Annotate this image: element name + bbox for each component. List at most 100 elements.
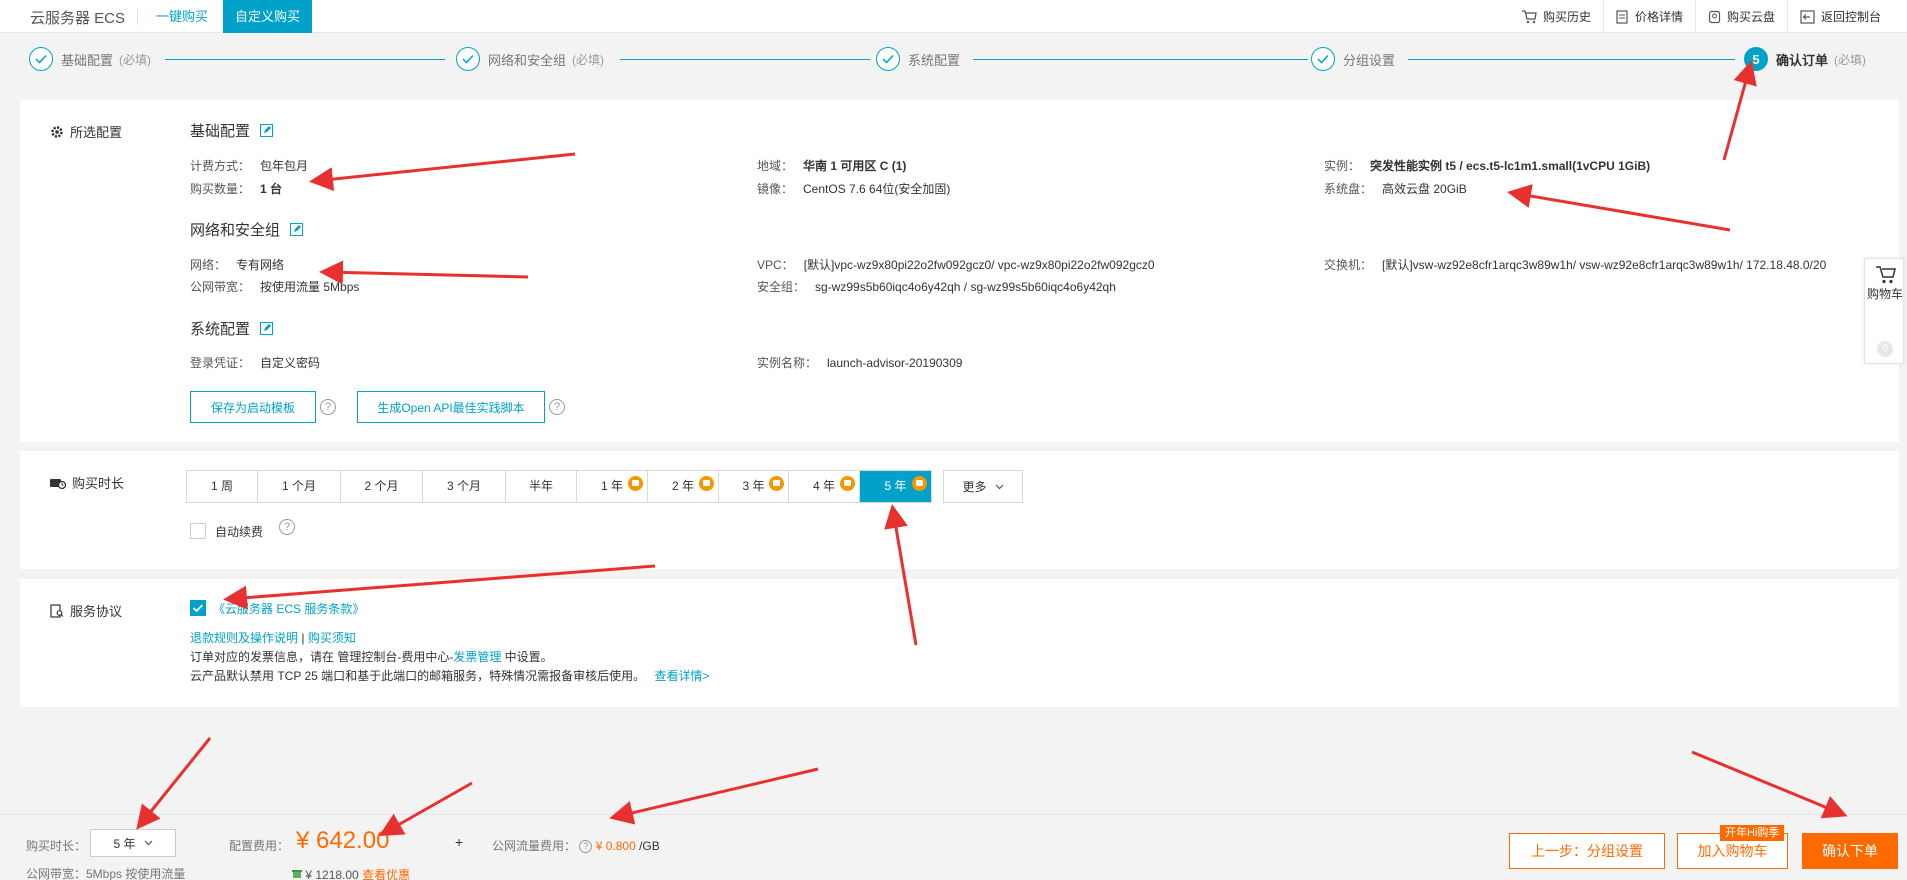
ecs-terms-link[interactable]: 《云服务器 ECS 服务条款》 xyxy=(213,600,364,617)
step-confirm: 5 确认订单 (必填) xyxy=(1744,46,1866,72)
network-section-title: 网络和安全组 xyxy=(190,219,304,240)
step-number: 5 xyxy=(1744,47,1768,71)
basic-section-title: 基础配置 xyxy=(190,120,274,141)
view-discount-link[interactable]: 查看优惠 xyxy=(362,868,410,880)
tab-quick-buy[interactable]: 一键购买 xyxy=(144,0,220,33)
duration-panel: 购买时长 自动续费 ? xyxy=(20,451,1899,569)
invoice-note-text: 中设置。 xyxy=(501,650,553,664)
discount-badge-icon xyxy=(840,476,855,491)
section-title-text: 基础配置 xyxy=(190,123,251,140)
coin-icon xyxy=(292,870,302,878)
generate-api-button[interactable]: 生成Open API最佳实践脚本 xyxy=(357,391,545,423)
divider xyxy=(137,9,138,25)
network-field: 网络： 专有网络 xyxy=(190,258,285,272)
purchase-history-label: 购买历史 xyxy=(1542,10,1591,24)
check-icon xyxy=(29,47,53,71)
document-search-icon xyxy=(50,603,64,618)
step-basic[interactable]: 基础配置 (必填) xyxy=(29,46,151,72)
edit-icon[interactable] xyxy=(260,322,274,335)
plus-sign: + xyxy=(455,834,464,850)
confirm-order-button[interactable]: 确认下单 xyxy=(1802,833,1898,869)
agreement-checkbox[interactable] xyxy=(190,600,206,616)
purchase-notice-link[interactable]: 购买须知 xyxy=(308,631,356,645)
tcp-note: 云产品默认禁用 TCP 25 端口和基于此端口的邮箱服务，特殊情况需报备审核后使… xyxy=(190,667,710,684)
view-detail-link[interactable]: 查看详情> xyxy=(654,669,709,683)
refund-rules-link[interactable]: 退款规则及操作说明 xyxy=(190,631,298,645)
bottom-duration-dropdown[interactable]: 5 年 xyxy=(90,829,176,857)
tab-custom-buy[interactable]: 自定义购买 xyxy=(223,0,313,33)
check-icon xyxy=(876,47,900,71)
instance-name-field: 实例名称： launch-advisor-20190309 xyxy=(757,356,963,370)
step-group[interactable]: 分组设置 xyxy=(1311,46,1395,72)
back-to-console-link[interactable]: 返回控制台 xyxy=(1786,0,1893,33)
back-to-console-label: 返回控制台 xyxy=(1820,10,1881,24)
duration-options: 1 周 1 个月 2 个月 3 个月 半年 1 年 2 年 3 年 4 年 5 … xyxy=(186,470,932,503)
step-label: 基础配置 xyxy=(61,52,114,68)
discount-badge-icon xyxy=(769,476,784,491)
duration-option-discount[interactable]: 1 年 xyxy=(577,471,648,502)
save-template-button[interactable]: 保存为启动模板 xyxy=(190,391,316,423)
duration-option[interactable]: 1 个月 xyxy=(258,471,341,502)
bottom-duration-label: 购买时长： xyxy=(26,839,87,853)
auto-renew-label: 自动续费 xyxy=(215,525,264,539)
edit-icon[interactable] xyxy=(260,124,274,137)
price-detail-label: 价格详情 xyxy=(1634,10,1683,24)
step-label: 网络和安全组 xyxy=(488,52,567,68)
region-field: 地域： 华南 1 可用区 C (1) xyxy=(757,159,907,173)
edit-icon[interactable] xyxy=(290,223,304,236)
buy-disk-label: 购买云盘 xyxy=(1726,10,1775,24)
duration-option-label: 1 年 xyxy=(600,479,623,493)
floating-cart[interactable]: 购物车 0 xyxy=(1864,258,1904,364)
duration-option[interactable]: 2 个月 xyxy=(341,471,423,502)
traffic-fee: 公网流量费用： ? ¥ 0.800 /GB xyxy=(492,837,660,854)
help-icon[interactable]: ? xyxy=(549,399,565,415)
config-price: ¥ 642.00 xyxy=(296,827,390,854)
bandwidth-field: 公网带宽： 按使用流量 5Mbps xyxy=(190,280,360,294)
more-duration-dropdown[interactable]: 更多 xyxy=(943,470,1023,503)
arrow xyxy=(609,767,819,825)
section-title-text: 系统配置 xyxy=(190,321,251,338)
duration-option[interactable]: 半年 xyxy=(506,471,577,502)
duration-option[interactable]: 3 个月 xyxy=(423,471,506,502)
traffic-fee-value: ¥ 0.800 xyxy=(595,839,636,853)
duration-option[interactable]: 1 周 xyxy=(187,471,258,502)
instance-field: 实例： 突发性能实例 t5 / ecs.t5-lc1m1.small(1vCPU … xyxy=(1324,159,1651,173)
help-icon[interactable]: ? xyxy=(320,399,336,415)
auto-renew-checkbox[interactable] xyxy=(190,523,206,539)
duration-option-label: 4 年 xyxy=(812,479,835,493)
step-required: (必填) xyxy=(119,52,152,67)
arrow xyxy=(1691,750,1848,819)
duration-option-discount[interactable]: 2 年 xyxy=(648,471,719,502)
panel-label-text: 所选配置 xyxy=(70,125,123,140)
duration-option-selected[interactable]: 5 年 xyxy=(860,471,931,502)
step-network[interactable]: 网络和安全组 (必填) xyxy=(456,46,604,72)
help-icon[interactable]: ? xyxy=(279,519,295,535)
step-connector xyxy=(620,59,870,60)
agreement-panel: 服务协议 《云服务器 ECS 服务条款》 退款规则及操作说明 | 购买须知 订单… xyxy=(20,579,1899,707)
cart-count: 0 xyxy=(1877,341,1893,357)
link-separator: | xyxy=(301,631,305,645)
refund-links: 退款规则及操作说明 | 购买须知 xyxy=(190,629,356,646)
duration-option-discount[interactable]: 3 年 xyxy=(719,471,789,502)
brand-title: 云服务器 ECS xyxy=(30,10,126,27)
bottom-duration-value: 5 年 xyxy=(113,836,136,851)
step-progress: 基础配置 (必填) 网络和安全组 (必填) 系统配置 分组设置 5 确认订单 (必填) xyxy=(0,46,1907,86)
panel-label-text: 购买时长 xyxy=(72,476,125,491)
chevron-down-icon xyxy=(144,840,152,846)
step-system[interactable]: 系统配置 xyxy=(876,46,960,72)
buy-disk-link[interactable]: 购买云盘 xyxy=(1694,0,1787,33)
previous-step-button[interactable]: 上一步：分组设置 xyxy=(1509,833,1665,869)
check-icon xyxy=(192,604,204,613)
invoice-note: 订单对应的发票信息，请在 管理控制台-费用中心-发票管理 中设置。 xyxy=(190,648,553,665)
selected-config-label: 所选配置 xyxy=(50,122,122,141)
step-connector xyxy=(973,59,1308,60)
cart-label: 购物车 xyxy=(1866,287,1903,301)
price-detail-link[interactable]: 价格详情 xyxy=(1602,0,1695,33)
more-label: 更多 xyxy=(962,480,987,494)
duration-option-discount[interactable]: 4 年 xyxy=(789,471,860,502)
chevron-down-icon xyxy=(995,484,1003,489)
discount-badge-icon xyxy=(628,476,643,491)
purchase-history-link[interactable]: 购买历史 xyxy=(1509,0,1603,33)
help-icon[interactable]: ? xyxy=(579,840,593,854)
invoice-manage-link[interactable]: 发票管理 xyxy=(453,650,501,664)
